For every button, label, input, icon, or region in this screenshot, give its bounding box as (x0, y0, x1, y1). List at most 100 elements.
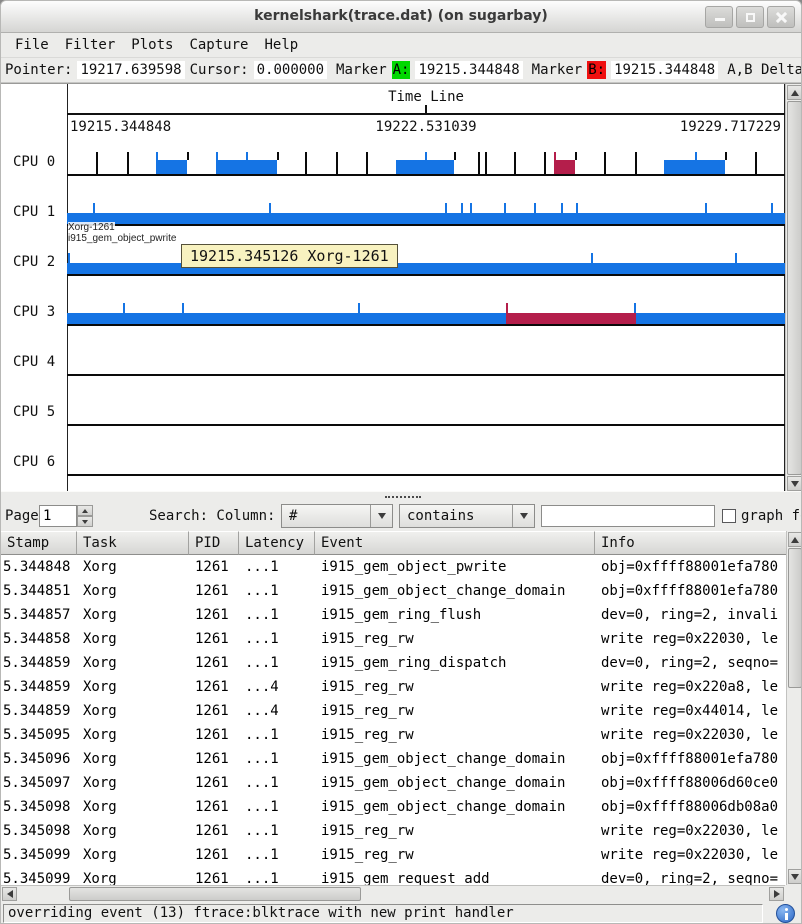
column-header-pid[interactable]: PID (189, 531, 239, 555)
status-message: overriding event (13) ftrace:blktrace wi… (3, 904, 763, 923)
scroll-down-button[interactable] (787, 476, 802, 491)
table-cell: ...1 (239, 771, 315, 795)
cpu-baseline (67, 274, 785, 276)
scrollbar-thumb[interactable] (788, 548, 802, 688)
table-row[interactable]: 5.344858Xorg1261...1i915_reg_rwwrite reg… (1, 627, 786, 651)
cpu-plot-row[interactable] (67, 146, 785, 176)
table-cell: 1261 (189, 867, 239, 885)
arrow-down-icon (791, 874, 799, 880)
table-row[interactable]: 5.344851Xorg1261...1i915_gem_object_chan… (1, 579, 786, 603)
table-cell: ...1 (239, 867, 315, 885)
column-selected-value: # (282, 508, 370, 524)
table-cell: Xorg (77, 603, 189, 627)
event-tick (634, 303, 636, 313)
menu-item-capture[interactable]: Capture (189, 37, 248, 53)
table-row[interactable]: 5.344859Xorg1261...1i915_gem_ring_dispat… (1, 651, 786, 675)
menu-item-filter[interactable]: Filter (65, 37, 116, 53)
table-cell: 5.345099 (1, 867, 77, 885)
table-body: 5.344848Xorg1261...1i915_gem_object_pwri… (1, 555, 786, 885)
event-tick (182, 303, 184, 313)
column-header-latency[interactable]: Latency (239, 531, 315, 555)
table-row[interactable]: 5.345098Xorg1261...1i915_gem_object_chan… (1, 795, 786, 819)
table-row[interactable]: 5.345098Xorg1261...1i915_reg_rwwrite reg… (1, 819, 786, 843)
column-header-event[interactable]: Event (315, 531, 595, 555)
task-bar-segment (67, 313, 785, 324)
table-row[interactable]: 5.345099Xorg1261...1i915_gem_request_add… (1, 867, 786, 885)
table-cell: 1261 (189, 579, 239, 603)
arrow-right-icon (774, 890, 780, 898)
table-cell: 5.344857 (1, 603, 77, 627)
event-tick (123, 303, 125, 313)
marker-b-badge[interactable]: B: (587, 61, 606, 79)
match-type-select[interactable]: contains (399, 504, 535, 528)
menu-item-help[interactable]: Help (264, 37, 298, 53)
column-header-stamp[interactable]: Stamp (1, 531, 77, 555)
graph-follows-checkbox[interactable] (722, 509, 736, 523)
search-input[interactable] (541, 505, 715, 527)
table-row[interactable]: 5.344857Xorg1261...1i915_gem_ring_flushd… (1, 603, 786, 627)
menu-item-file[interactable]: File (15, 37, 49, 53)
graph-follows-label[interactable]: graph follows (741, 501, 802, 531)
cpu-plot-row[interactable] (67, 446, 785, 476)
table-cell: ...1 (239, 795, 315, 819)
scrollbar-thumb[interactable] (69, 887, 361, 901)
cpu-plot-row[interactable] (67, 346, 785, 376)
event-tick (336, 152, 338, 174)
cpu-plot-row[interactable] (67, 296, 785, 326)
scroll-up-button[interactable] (787, 85, 802, 100)
table-cell: 5.345097 (1, 771, 77, 795)
match-type-selected-value: contains (400, 508, 512, 524)
page-input[interactable] (39, 505, 77, 527)
table-cell: i915_reg_rw (315, 819, 595, 843)
task-bar-segment (67, 213, 785, 224)
table-cell: 5.345098 (1, 819, 77, 843)
dropdown-button[interactable] (512, 505, 534, 527)
page-spinner (39, 505, 93, 527)
table-horizontal-scrollbar (1, 885, 785, 902)
arrow-left-icon (7, 890, 13, 898)
page-decrement-button[interactable] (77, 516, 93, 527)
scrollbar-thumb[interactable] (787, 101, 802, 475)
event-tick (96, 152, 98, 174)
event-tick (216, 152, 218, 160)
event-tick (735, 253, 737, 263)
minimize-button[interactable] (705, 6, 733, 28)
dropdown-button[interactable] (370, 505, 392, 527)
minimize-icon (715, 18, 725, 21)
cpu-plot-row[interactable] (67, 396, 785, 426)
pane-splitter[interactable] (1, 491, 802, 501)
menu-item-plots[interactable]: Plots (131, 37, 173, 53)
table-row[interactable]: 5.344848Xorg1261...1i915_gem_object_pwri… (1, 555, 786, 579)
cpu-label: CPU 6 (13, 454, 55, 470)
search-column-label: Search: Column: (149, 501, 275, 531)
scroll-right-button[interactable] (769, 887, 784, 901)
table-row[interactable]: 5.345099Xorg1261...1i915_reg_rwwrite reg… (1, 843, 786, 867)
scroll-down-button[interactable] (788, 869, 802, 884)
table-row[interactable]: 5.344859Xorg1261...4i915_reg_rwwrite reg… (1, 675, 786, 699)
scroll-left-button[interactable] (2, 887, 17, 901)
cpu-plot-row[interactable] (67, 246, 785, 276)
event-tick (68, 253, 70, 263)
table-cell: i915_reg_rw (315, 723, 595, 747)
timeline-graph-panel[interactable]: Time Line 19215.344848 19222.531039 1922… (1, 83, 802, 491)
table-row[interactable]: 5.345097Xorg1261...1i915_gem_object_chan… (1, 771, 786, 795)
marker-a-badge[interactable]: A: (392, 61, 411, 79)
table-cell: 1261 (189, 795, 239, 819)
maximize-button[interactable] (736, 6, 764, 28)
table-row[interactable]: 5.344859Xorg1261...4i915_reg_rwwrite reg… (1, 699, 786, 723)
event-tick (478, 152, 480, 174)
graph-tooltip: 19215.345126 Xorg-1261 (181, 244, 398, 268)
page-increment-button[interactable] (77, 505, 93, 516)
column-header-info[interactable]: Info (595, 531, 786, 555)
table-vertical-scrollbar (786, 531, 802, 885)
scroll-up-button[interactable] (788, 532, 802, 547)
cpu-plot-row[interactable] (67, 196, 785, 226)
table-cell: ...1 (239, 819, 315, 843)
table-row[interactable]: 5.345095Xorg1261...1i915_reg_rwwrite reg… (1, 723, 786, 747)
close-button[interactable] (767, 6, 795, 28)
column-header-task[interactable]: Task (77, 531, 189, 555)
table-row[interactable]: 5.345096Xorg1261...1i915_gem_object_chan… (1, 747, 786, 771)
column-select[interactable]: # (281, 504, 393, 528)
table-cell: obj=0xffff88006db08a0 (595, 795, 786, 819)
cpu-baseline (67, 424, 785, 426)
